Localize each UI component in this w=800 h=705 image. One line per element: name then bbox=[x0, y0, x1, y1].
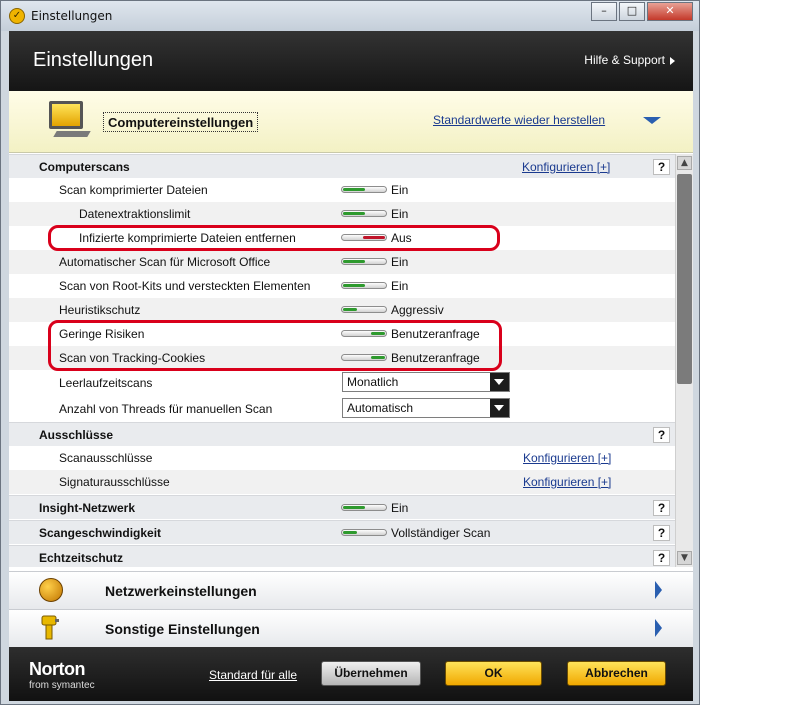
title-bar: ✓ Einstellungen – □ ✕ bbox=[1, 1, 699, 31]
setting-value: Ein bbox=[391, 255, 409, 269]
level-slider[interactable] bbox=[341, 529, 387, 536]
page-title: Einstellungen bbox=[33, 49, 154, 71]
restore-defaults-link[interactable]: Standardwerte wieder herstellen bbox=[433, 113, 605, 127]
group-label: Computerscans bbox=[39, 160, 130, 174]
setting-row: Datenextraktionslimit Ein bbox=[9, 202, 675, 226]
scroll-thumb[interactable] bbox=[677, 174, 692, 384]
dropdown-arrow-icon[interactable] bbox=[490, 373, 509, 391]
chevron-right-icon bbox=[655, 581, 662, 599]
monitor-stand-icon bbox=[53, 131, 91, 137]
setting-label: Datenextraktionslimit bbox=[79, 207, 191, 221]
setting-value: Vollständiger Scan bbox=[391, 526, 491, 540]
help-button[interactable]: ? bbox=[653, 500, 670, 516]
scroll-down-icon[interactable]: ▼ bbox=[677, 551, 692, 565]
settings-frame: Einstellungen Hilfe & Support Computerei… bbox=[9, 31, 693, 701]
scroll-up-icon[interactable]: ▲ bbox=[677, 156, 692, 170]
setting-row: Anzahl von Threads für manuellen Scan Au… bbox=[9, 396, 675, 422]
section-title[interactable]: Computereinstellungen bbox=[103, 112, 259, 132]
symantec-tagline: from symantec bbox=[29, 680, 95, 691]
level-slider[interactable] bbox=[341, 306, 387, 313]
nav-network-settings[interactable]: Netzwerkeinstellungen bbox=[9, 571, 693, 609]
setting-label: Scan komprimierter Dateien bbox=[59, 183, 208, 197]
setting-row: Heuristikschutz Aggressiv bbox=[9, 298, 675, 322]
toggle-slider[interactable] bbox=[341, 210, 387, 217]
group-label: Insight-Netzwerk bbox=[39, 501, 136, 515]
dropdown-arrow-icon[interactable] bbox=[490, 399, 509, 417]
group-ausschluesse: Ausschlüsse ? bbox=[9, 422, 675, 446]
collapse-chevron-icon[interactable] bbox=[643, 117, 661, 124]
help-button[interactable]: ? bbox=[653, 550, 670, 566]
help-support-link[interactable]: Hilfe & Support bbox=[584, 53, 665, 67]
setting-value: Ein bbox=[391, 279, 409, 293]
setting-label: Scanausschlüsse bbox=[59, 451, 153, 465]
minimize-button[interactable]: – bbox=[591, 2, 617, 21]
help-arrow-icon bbox=[670, 57, 675, 65]
dropdown-value: Automatisch bbox=[347, 401, 414, 415]
threads-dropdown[interactable]: Automatisch bbox=[342, 398, 510, 418]
setting-label: Signaturausschlüsse bbox=[59, 475, 170, 489]
header-bar: Einstellungen Hilfe & Support bbox=[9, 31, 693, 91]
setting-value: Ein bbox=[391, 207, 409, 221]
group-label: Ausschlüsse bbox=[39, 428, 114, 442]
vertical-scrollbar[interactable]: ▲ ▼ bbox=[675, 154, 693, 567]
group-computerscans: Computerscans Konfigurieren [+] ? bbox=[9, 154, 675, 178]
setting-label: Automatischer Scan für Microsoft Office bbox=[59, 255, 271, 269]
setting-value: Ein bbox=[391, 501, 409, 515]
footer-bar: Norton from symantec Standard für alle Ü… bbox=[9, 647, 693, 701]
norton-logo: Norton bbox=[29, 659, 85, 679]
globe-icon bbox=[39, 578, 63, 602]
nav-label: Sonstige Einstellungen bbox=[105, 621, 260, 637]
chevron-right-icon bbox=[655, 619, 662, 637]
setting-label: Leerlaufzeitscans bbox=[59, 376, 153, 390]
setting-value: Aggressiv bbox=[391, 303, 444, 317]
group-echtzeit: Echtzeitschutz ? bbox=[9, 545, 675, 567]
setting-row: Automatischer Scan für Microsoft Office … bbox=[9, 250, 675, 274]
setting-label: Anzahl von Threads für manuellen Scan bbox=[59, 402, 273, 416]
setting-label: Heuristikschutz bbox=[59, 303, 141, 317]
group-scanspeed: Scangeschwindigkeit Vollständiger Scan ? bbox=[9, 520, 675, 544]
settings-window: ✓ Einstellungen – □ ✕ Einstellungen Hilf… bbox=[0, 0, 700, 705]
configure-link[interactable]: Konfigurieren [+] bbox=[523, 451, 611, 465]
group-insight: Insight-Netzwerk Ein ? bbox=[9, 495, 675, 519]
standard-for-all-link[interactable]: Standard für alle bbox=[209, 668, 297, 682]
setting-row: Scan komprimierter Dateien Ein bbox=[9, 178, 675, 202]
setting-label: Scan von Root-Kits und versteckten Eleme… bbox=[59, 279, 311, 293]
setting-row: Leerlaufzeitscans Monatlich bbox=[9, 370, 675, 396]
norton-app-icon: ✓ bbox=[9, 8, 25, 24]
cancel-button[interactable]: Abbrechen bbox=[567, 661, 666, 686]
toggle-slider[interactable] bbox=[341, 186, 387, 193]
ok-button[interactable]: OK bbox=[445, 661, 542, 686]
idle-scan-dropdown[interactable]: Monatlich bbox=[342, 372, 510, 392]
group-label: Scangeschwindigkeit bbox=[39, 526, 162, 540]
setting-row: Scanausschlüsse Konfigurieren [+] bbox=[9, 446, 675, 470]
nav-label: Netzwerkeinstellungen bbox=[105, 583, 257, 599]
section-header: Computereinstellungen Standardwerte wied… bbox=[9, 91, 693, 153]
drill-tool-icon bbox=[41, 615, 59, 640]
apply-button[interactable]: Übernehmen bbox=[321, 661, 421, 686]
configure-link[interactable]: Konfigurieren [+] bbox=[523, 475, 611, 489]
dropdown-value: Monatlich bbox=[347, 375, 399, 389]
group-label: Echtzeitschutz bbox=[39, 551, 124, 565]
toggle-slider[interactable] bbox=[341, 282, 387, 289]
settings-list: Computerscans Konfigurieren [+] ? Scan k… bbox=[9, 154, 675, 567]
toggle-slider[interactable] bbox=[341, 258, 387, 265]
toggle-slider[interactable] bbox=[341, 504, 387, 511]
help-button[interactable]: ? bbox=[653, 159, 670, 175]
help-button[interactable]: ? bbox=[653, 427, 670, 443]
highlight-box bbox=[48, 320, 502, 371]
nav-other-settings[interactable]: Sonstige Einstellungen bbox=[9, 609, 693, 647]
setting-value: Ein bbox=[391, 183, 409, 197]
help-button[interactable]: ? bbox=[653, 525, 670, 541]
computer-monitor-icon bbox=[49, 101, 83, 129]
setting-row: Signaturausschlüsse Konfigurieren [+] bbox=[9, 470, 675, 494]
configure-link[interactable]: Konfigurieren [+] bbox=[522, 160, 610, 174]
highlight-box bbox=[48, 225, 500, 251]
maximize-button[interactable]: □ bbox=[619, 2, 645, 21]
close-button[interactable]: ✕ bbox=[647, 2, 693, 21]
window-title: Einstellungen bbox=[31, 9, 113, 23]
setting-row: Scan von Root-Kits und versteckten Eleme… bbox=[9, 274, 675, 298]
